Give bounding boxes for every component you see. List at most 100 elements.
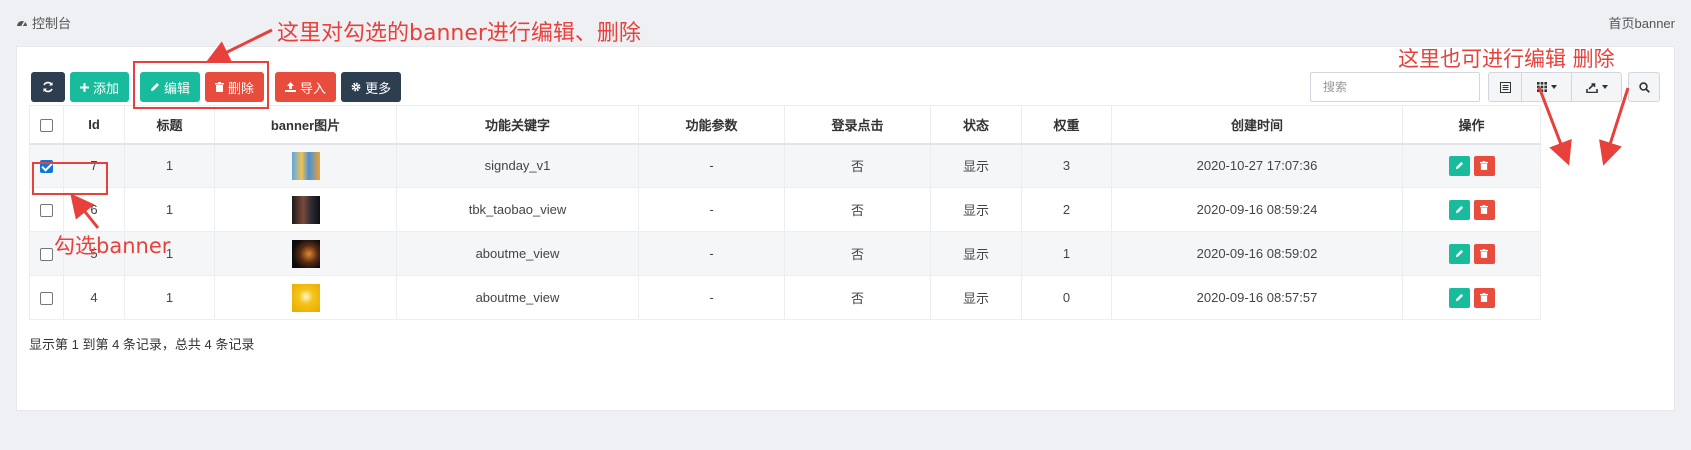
cell-weight: 0 [1021,275,1112,320]
header-weight[interactable]: 权重 [1021,105,1112,145]
refresh-button[interactable] [31,72,65,102]
header-select-all[interactable] [29,105,64,145]
list-icon [1499,81,1511,93]
columns-button[interactable] [1522,72,1572,102]
pencil-icon [1455,162,1463,170]
cell-keyword: tbk_taobao_view [396,187,639,232]
cell-status: 显示 [930,231,1022,276]
row-checkbox[interactable] [40,248,53,262]
cell-actions [1402,231,1541,276]
plus-icon [80,82,89,92]
trash-icon [1480,249,1488,258]
table-row[interactable]: 4 1 aboutme_view - 否 显示 0 2020-09-16 08:… [29,275,1541,320]
row-edit-button[interactable] [1448,287,1470,308]
cell-weight: 3 [1021,143,1112,188]
cell-keyword: aboutme_view [396,275,639,320]
cell-login-click[interactable]: 否 [784,143,931,188]
cell-param: - [638,275,785,320]
chevron-down-icon [1550,85,1557,89]
right-toolbar [1310,72,1660,102]
trash-icon [1480,293,1488,302]
header-image[interactable]: banner图片 [214,105,397,145]
import-button[interactable]: 导入 [275,72,337,102]
cell-login-click[interactable]: 否 [784,187,931,232]
cell-param: - [638,187,785,232]
cell-weight: 1 [1021,231,1112,276]
select-all-checkbox[interactable] [40,118,53,132]
breadcrumb[interactable]: 首页banner [1609,13,1675,32]
row-select[interactable] [29,275,64,320]
table-row[interactable]: 5 1 aboutme_view - 否 显示 1 2020-09-16 08:… [29,231,1541,276]
refresh-icon [43,81,53,93]
more-label: 更多 [365,80,392,96]
cell-keyword: aboutme_view [396,231,639,276]
row-delete-button[interactable] [1473,155,1495,176]
cell-keyword: signday_v1 [396,143,639,188]
pencil-icon [1455,293,1463,302]
header-status[interactable]: 状态 [930,105,1022,145]
row-edit-button[interactable] [1448,199,1470,220]
cell-login-click[interactable]: 否 [784,275,931,320]
cell-actions [1402,275,1541,320]
cell-created: 2020-10-27 17:07:36 [1111,143,1403,188]
banner-thumbnail[interactable] [291,239,320,268]
cell-created: 2020-09-16 08:57:57 [1111,275,1403,320]
cell-weight: 2 [1021,187,1112,232]
pagination-summary: 显示第 1 到第 4 条记录，总共 4 条记录 [29,337,255,352]
header-keyword[interactable]: 功能关键字 [396,105,639,145]
search-button[interactable] [1628,72,1660,102]
row-checkbox[interactable] [40,292,53,306]
table-header: Id 标题 banner图片 功能关键字 功能参数 登录点击 状态 权重 创建时… [29,105,1541,145]
console-label: 控制台 [32,16,72,31]
cell-login-click[interactable]: 否 [784,231,931,276]
table-row[interactable]: 7 1 signday_v1 - 否 显示 3 2020-10-27 17:07… [29,143,1541,188]
pencil-icon [1455,205,1463,214]
annotation-top: 这里对勾选的banner进行编辑、删除 [277,21,641,46]
row-checkbox[interactable] [40,204,53,218]
add-label: 添加 [93,80,120,96]
add-button[interactable]: 添加 [70,72,130,102]
trash-icon [1480,161,1488,171]
more-button[interactable]: 更多 [341,72,402,102]
cell-id: 4 [63,275,125,320]
export-icon [1585,82,1598,93]
cell-title: 1 [124,143,215,188]
import-label: 导入 [300,80,327,96]
cell-actions [1402,143,1541,188]
row-delete-button[interactable] [1473,199,1495,220]
cell-image [214,187,397,232]
banner-thumbnail[interactable] [291,283,320,312]
cell-param: - [638,231,785,276]
export-button[interactable] [1572,72,1622,102]
banner-thumbnail[interactable] [291,151,320,180]
banner-table: Id 标题 banner图片 功能关键字 功能参数 登录点击 状态 权重 创建时… [29,105,1541,320]
row-delete-button[interactable] [1473,243,1495,264]
cell-created: 2020-09-16 08:59:24 [1111,187,1403,232]
table-row[interactable]: 6 1 tbk_taobao_view - 否 显示 2 2020-09-16 … [29,187,1541,232]
header-created[interactable]: 创建时间 [1111,105,1403,145]
search-input[interactable] [1310,72,1480,102]
row-edit-button[interactable] [1448,243,1470,264]
dashboard-icon [17,20,27,26]
header-param[interactable]: 功能参数 [638,105,785,145]
grid-icon [1536,82,1547,92]
pencil-icon [1455,249,1463,258]
trash-icon [1480,205,1488,214]
console-link[interactable]: 控制台 [16,13,71,32]
row-delete-button[interactable] [1473,287,1495,308]
row-edit-button[interactable] [1448,155,1470,176]
header-id[interactable]: Id [63,105,125,145]
header-actions: 操作 [1402,105,1541,145]
top-bar: 控制台 首页banner [0,0,1691,42]
annotation-check: 勾选banner [54,234,171,258]
cell-created: 2020-09-16 08:59:02 [1111,231,1403,276]
toggle-view-button[interactable] [1488,72,1522,102]
header-login-click[interactable]: 登录点击 [784,105,931,145]
cell-title: 1 [124,275,215,320]
header-title[interactable]: 标题 [124,105,215,145]
banner-thumbnail[interactable] [291,195,320,224]
cell-image [214,275,397,320]
search-icon [1638,81,1650,93]
chevron-down-icon [1601,85,1608,89]
cell-status: 显示 [930,187,1022,232]
